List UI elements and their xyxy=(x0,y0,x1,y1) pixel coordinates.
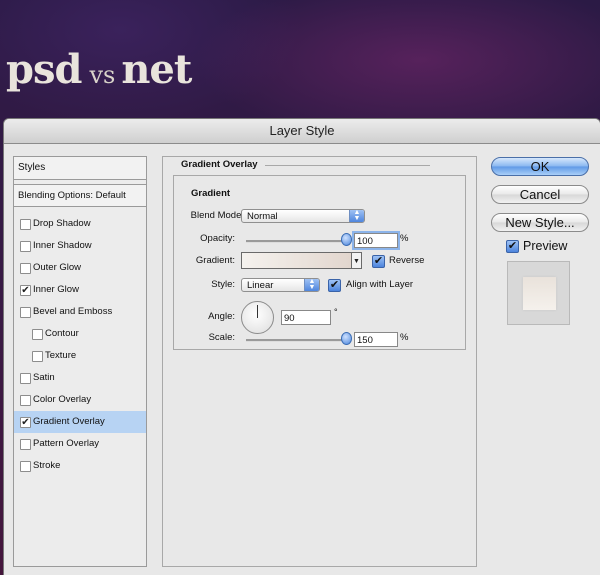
blend-mode-value: Normal xyxy=(247,211,278,222)
style-item-label: Inner Shadow xyxy=(33,240,92,251)
preview-swatch xyxy=(523,277,556,310)
ok-button[interactable]: OK xyxy=(491,157,589,176)
styles-list: Styles Blending Options: Default Drop Sh… xyxy=(13,156,147,567)
style-item-stroke[interactable]: Stroke xyxy=(14,455,146,477)
gradient-overlay-panel: Gradient Overlay Gradient Blend Mode: No… xyxy=(162,156,477,567)
preview-label: Preview xyxy=(523,239,568,253)
gradient-dropdown-icon[interactable]: ▼ xyxy=(352,252,362,269)
reverse-label: Reverse xyxy=(389,255,425,266)
gradient-picker[interactable] xyxy=(241,252,352,269)
style-value: Linear xyxy=(247,280,274,291)
scale-unit: % xyxy=(400,332,409,343)
angle-input[interactable]: 90 xyxy=(281,310,331,325)
style-item-drop-shadow[interactable]: Drop Shadow xyxy=(14,213,146,235)
styles-items: Drop Shadow Inner Shadow Outer Glow Inner G… xyxy=(14,213,146,477)
opacity-slider-handle[interactable] xyxy=(341,233,352,246)
style-item-label: Outer Glow xyxy=(33,262,82,273)
style-item-checkbox[interactable] xyxy=(32,329,43,340)
blend-mode-label: Blend Mode: xyxy=(190,210,244,221)
scale-label: Scale: xyxy=(208,332,235,343)
panel-title: Gradient Overlay xyxy=(181,159,258,170)
scale-slider-handle[interactable] xyxy=(341,332,352,345)
layer-style-dialog: Layer Style Styles Blending Options: Def… xyxy=(4,119,600,575)
style-item-checkbox[interactable] xyxy=(20,373,31,384)
scale-slider[interactable] xyxy=(246,339,346,342)
style-item-label: Inner Glow xyxy=(33,284,79,295)
preview-checkbox[interactable]: ✔ xyxy=(506,240,519,253)
opacity-unit: % xyxy=(400,233,409,244)
align-with-layer-checkbox[interactable]: ✔ xyxy=(328,279,341,292)
angle-unit: ° xyxy=(334,307,338,317)
style-item-outer-glow[interactable]: Outer Glow xyxy=(14,257,146,279)
style-item-satin[interactable]: Satin xyxy=(14,367,146,389)
title-divider xyxy=(265,165,430,166)
style-label: Style: xyxy=(211,279,235,290)
style-item-contour[interactable]: Contour xyxy=(14,323,146,345)
blending-options-item[interactable]: Blending Options: Default xyxy=(14,184,146,207)
align-with-layer-label: Align with Layer xyxy=(346,279,414,290)
style-item-label: Contour xyxy=(45,328,79,339)
angle-label: Angle: xyxy=(208,311,235,322)
style-item-checkbox[interactable] xyxy=(32,351,43,362)
style-item-checkbox[interactable] xyxy=(20,307,31,318)
opacity-label: Opacity: xyxy=(200,233,235,244)
style-item-label: Drop Shadow xyxy=(33,218,91,229)
logo-vs: vs xyxy=(89,61,116,89)
style-item-label: Satin xyxy=(33,372,55,383)
opacity-input[interactable]: 100 xyxy=(354,233,398,248)
styles-header[interactable]: Styles xyxy=(14,157,146,180)
scale-input[interactable]: 150 xyxy=(354,332,398,347)
style-item-checkbox[interactable] xyxy=(20,439,31,450)
dialog-title: Layer Style xyxy=(4,119,600,144)
style-item-checkbox[interactable] xyxy=(20,417,31,428)
style-item-color-overlay[interactable]: Color Overlay xyxy=(14,389,146,411)
style-item-gradient-overlay[interactable]: Gradient Overlay xyxy=(14,411,146,433)
style-item-pattern-overlay[interactable]: Pattern Overlay xyxy=(14,433,146,455)
gradient-label: Gradient: xyxy=(195,255,235,266)
style-item-inner-glow[interactable]: Inner Glow xyxy=(14,279,146,301)
style-item-label: Bevel and Emboss xyxy=(33,306,113,317)
opacity-slider[interactable] xyxy=(246,240,346,243)
style-item-label: Stroke xyxy=(33,460,61,471)
style-preview xyxy=(507,261,570,325)
style-item-checkbox[interactable] xyxy=(20,241,31,252)
style-select[interactable]: Linear ▲ ▼ xyxy=(241,278,320,292)
style-item-checkbox[interactable] xyxy=(20,285,31,296)
logo-net: net xyxy=(121,46,192,93)
style-item-inner-shadow[interactable]: Inner Shadow xyxy=(14,235,146,257)
logo-psd: psd xyxy=(6,46,82,93)
group-title: Gradient xyxy=(191,188,231,199)
style-item-checkbox[interactable] xyxy=(20,461,31,472)
style-item-checkbox[interactable] xyxy=(20,219,31,230)
angle-dial[interactable] xyxy=(241,301,274,334)
cancel-button[interactable]: Cancel xyxy=(491,185,589,204)
style-item-label: Pattern Overlay xyxy=(33,438,99,449)
angle-needle xyxy=(257,305,258,318)
chevron-updown-icon: ▲ ▼ xyxy=(304,278,319,291)
style-item-label: Gradient Overlay xyxy=(33,416,105,427)
chevron-updown-icon: ▲ ▼ xyxy=(349,209,364,222)
gradient-group: Gradient Blend Mode: Normal ▲ ▼ Opacity: … xyxy=(173,175,466,350)
blend-mode-select[interactable]: Normal ▲ ▼ xyxy=(241,209,365,223)
style-item-bevel-and-emboss[interactable]: Bevel and Emboss xyxy=(14,301,146,323)
style-item-checkbox[interactable] xyxy=(20,395,31,406)
style-item-texture[interactable]: Texture xyxy=(14,345,146,367)
reverse-checkbox[interactable]: ✔ xyxy=(372,255,385,268)
style-item-checkbox[interactable] xyxy=(20,263,31,274)
style-item-label: Color Overlay xyxy=(33,394,92,405)
site-logo: psd vs net xyxy=(6,46,192,93)
new-style-button[interactable]: New Style... xyxy=(491,213,589,232)
style-item-label: Texture xyxy=(45,350,77,361)
